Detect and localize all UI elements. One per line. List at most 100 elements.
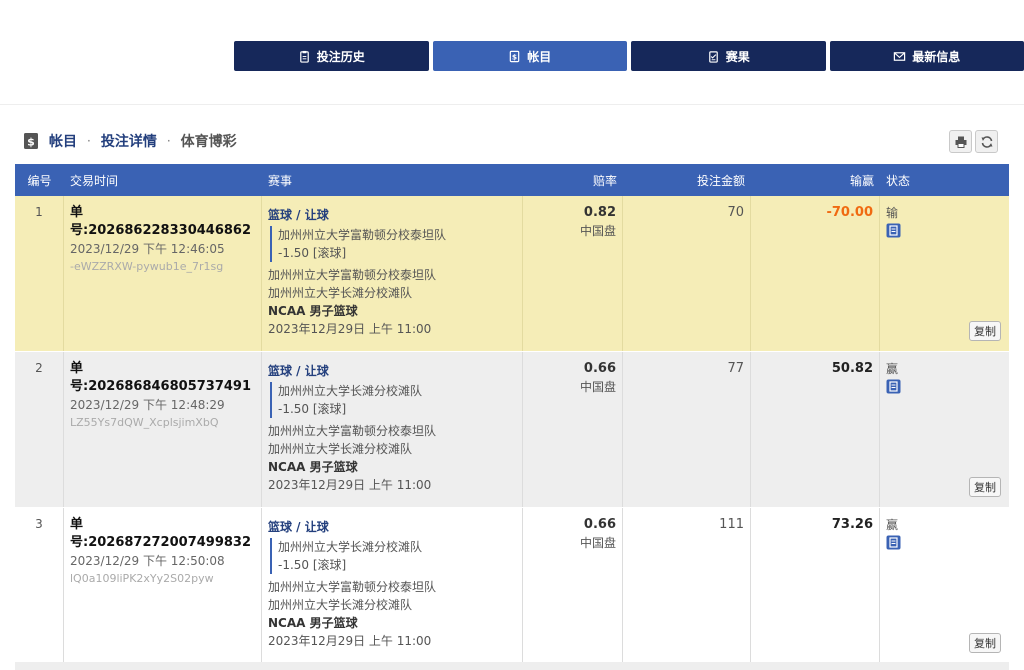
header-no: 编号: [27, 173, 52, 188]
status-text: 输: [886, 206, 899, 220]
home-team: 加州州立大学富勒顿分校泰坦队: [268, 268, 437, 282]
tab-label: 赛果: [725, 49, 750, 64]
odds-cell: 0.66 中国盘: [523, 508, 623, 663]
reference-code: lQ0a109liPK2xYy2S02pyw: [70, 572, 214, 585]
header-odds: 赔率: [592, 173, 617, 188]
ticket-number: 单号:202686228330446862: [70, 205, 252, 238]
svg-text:$: $: [512, 52, 517, 61]
league: NCAA 男子篮球: [268, 304, 358, 318]
status-text: 赢: [886, 362, 899, 376]
time-cell: 单号:202687272007499832 2023/12/29 下午 12:5…: [64, 508, 262, 663]
time-cell: 单号:202686228330446862 2023/12/29 下午 12:4…: [64, 196, 262, 351]
status-cell: 赢 复制: [880, 508, 1009, 663]
event-cell: 篮球 / 让球 加州州立大学富勒顿分校泰坦队 -1.50 [滚球] 加州州立大学…: [262, 196, 523, 351]
odds-market: 中国盘: [579, 380, 616, 394]
reference-code: LZ55Ys7dQW_XcplsjimXbQ: [70, 416, 219, 429]
home-team: 加州州立大学富勒顿分校泰坦队: [268, 580, 437, 594]
ledger-icon: $: [509, 50, 520, 62]
mail-icon: [894, 51, 906, 61]
win-loss: 73.26: [751, 508, 880, 663]
statement-table: 编号 交易时间 赛事 赔率 投注金额 输赢 状态 1 单号:2026862283…: [15, 164, 1009, 664]
away-team: 加州州立大学长滩分校滩队: [268, 442, 413, 456]
pick-team: 加州州立大学长滩分校滩队: [278, 384, 423, 398]
status-text: 赢: [886, 518, 899, 532]
next-row-partial: [15, 662, 1009, 670]
status-cell: 输 复制: [880, 196, 1009, 351]
breadcrumb-bet-details[interactable]: 投注详情: [101, 131, 157, 151]
copy-button[interactable]: 复制: [969, 321, 1001, 341]
league: NCAA 男子篮球: [268, 460, 358, 474]
tab-ledger[interactable]: $ 帐目: [432, 41, 627, 71]
checklist-icon: [708, 50, 718, 63]
bet-amount: 111: [623, 508, 751, 663]
breadcrumb-separator: ·: [166, 134, 171, 148]
header-status: 状态: [886, 173, 911, 188]
transaction-time: 2023/12/29 下午 12:46:05: [70, 242, 225, 256]
bet-pick: 加州州立大学长滩分校滩队 -1.50 [滚球]: [270, 538, 516, 574]
bet-pick: 加州州立大学富勒顿分校泰坦队 -1.50 [滚球]: [270, 226, 516, 262]
tab-latest-news[interactable]: 最新信息: [829, 41, 1024, 71]
header-time: 交易时间: [70, 173, 119, 188]
odds-value: 0.66: [583, 517, 616, 532]
divider: [0, 104, 1024, 105]
print-button[interactable]: [949, 130, 972, 153]
event-title: 篮球 / 让球: [268, 364, 329, 378]
league: NCAA 男子篮球: [268, 616, 358, 630]
copy-button[interactable]: 复制: [969, 477, 1001, 497]
top-nav: 投注历史 $ 帐目 赛果 最新信息: [234, 41, 1024, 71]
pick-team: 加州州立大学富勒顿分校泰坦队: [278, 228, 447, 242]
tab-bet-history[interactable]: 投注历史: [234, 41, 429, 71]
ticket-detail-icon[interactable]: [886, 223, 901, 238]
print-icon: [955, 136, 966, 148]
row-number: 2: [15, 352, 64, 507]
ticket-detail-icon[interactable]: [886, 535, 901, 550]
ticket-detail-icon[interactable]: [886, 379, 901, 394]
odds-cell: 0.66 中国盘: [523, 352, 623, 507]
breadcrumb-ledger[interactable]: 帐目: [49, 131, 77, 151]
odds-market: 中国盘: [579, 536, 616, 550]
transaction-time: 2023/12/29 下午 12:50:08: [70, 554, 225, 568]
refresh-icon: [981, 135, 992, 148]
table-row: 2 单号:202686846805737491 2023/12/29 下午 12…: [15, 352, 1009, 508]
tab-label: 投注历史: [316, 49, 365, 64]
odds-cell: 0.82 中国盘: [523, 196, 623, 351]
table-row: 3 单号:202687272007499832 2023/12/29 下午 12…: [15, 508, 1009, 664]
svg-text:$: $: [27, 136, 35, 149]
table-row: 1 单号:202686228330446862 2023/12/29 下午 12…: [15, 196, 1009, 352]
header-win-loss: 输赢: [849, 173, 874, 188]
pick-team: 加州州立大学长滩分校滩队: [278, 540, 423, 554]
status-cell: 赢 复制: [880, 352, 1009, 507]
breadcrumb: $ 帐目 · 投注详情 · 体育博彩: [21, 130, 237, 152]
reference-code: -eWZZRXW-pywub1e_7r1sg: [70, 260, 224, 273]
event-title: 篮球 / 让球: [268, 520, 329, 534]
ticket-number: 单号:202686846805737491: [70, 361, 252, 394]
ledger-icon: $: [24, 133, 38, 149]
bet-pick: 加州州立大学长滩分校滩队 -1.50 [滚球]: [270, 382, 516, 418]
win-loss: -70.00: [751, 196, 880, 351]
table-header: 编号 交易时间 赛事 赔率 投注金额 输赢 状态: [15, 164, 1009, 196]
odds-value: 0.66: [583, 361, 616, 376]
breadcrumb-sports-betting: 体育博彩: [180, 134, 237, 150]
ticket-number: 单号:202687272007499832: [70, 517, 252, 550]
header-event: 赛事: [268, 173, 293, 188]
odds-market: 中国盘: [579, 224, 616, 238]
win-loss: 50.82: [751, 352, 880, 507]
header-amount: 投注金额: [696, 173, 745, 188]
copy-button[interactable]: 复制: [969, 633, 1001, 653]
event-title: 篮球 / 让球: [268, 208, 329, 222]
pick-line: -1.50 [滚球]: [278, 246, 347, 260]
time-cell: 单号:202686846805737491 2023/12/29 下午 12:4…: [64, 352, 262, 507]
row-number: 1: [15, 196, 64, 351]
match-time: 2023年12月29日 上午 11:00: [268, 634, 432, 648]
match-time: 2023年12月29日 上午 11:00: [268, 478, 432, 492]
tab-label: 帐目: [527, 49, 552, 64]
pick-line: -1.50 [滚球]: [278, 558, 347, 572]
clipboard-icon: [299, 50, 309, 63]
match-time: 2023年12月29日 上午 11:00: [268, 322, 432, 336]
event-cell: 篮球 / 让球 加州州立大学长滩分校滩队 -1.50 [滚球] 加州州立大学富勒…: [262, 508, 523, 663]
tab-results[interactable]: 赛果: [631, 41, 826, 71]
away-team: 加州州立大学长滩分校滩队: [268, 286, 413, 300]
event-cell: 篮球 / 让球 加州州立大学长滩分校滩队 -1.50 [滚球] 加州州立大学富勒…: [262, 352, 523, 507]
home-team: 加州州立大学富勒顿分校泰坦队: [268, 424, 437, 438]
refresh-button[interactable]: [975, 130, 998, 153]
